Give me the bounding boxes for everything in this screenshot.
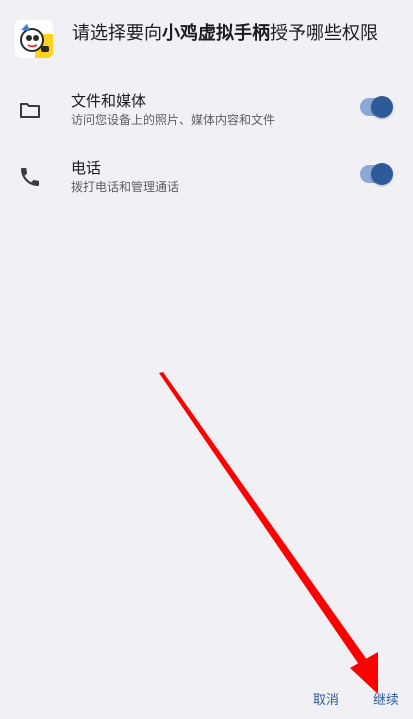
app-name: 小鸡虚拟手柄	[162, 23, 270, 44]
dialog-header: 请选择要向小鸡虚拟手柄授予哪些权限	[0, 0, 413, 70]
permission-item-files-media[interactable]: 文件和媒体 访问您设备上的照片、媒体内容和文件	[0, 88, 413, 140]
files-media-toggle[interactable]	[360, 96, 393, 118]
title-suffix: 授予哪些权限	[270, 23, 378, 44]
arrow-head	[350, 652, 378, 694]
continue-button[interactable]: 继续	[373, 689, 399, 708]
app-logo-icon	[15, 20, 53, 58]
dialog-title: 请选择要向小鸡虚拟手柄授予哪些权限	[72, 22, 378, 46]
permission-description: 拨打电话和管理通话	[71, 180, 180, 194]
cancel-button[interactable]: 取消	[313, 689, 339, 708]
toggle-knob	[371, 96, 393, 118]
phone-icon	[18, 165, 42, 189]
toggle-knob	[371, 163, 393, 185]
permission-description: 访问您设备上的照片、媒体内容和文件	[71, 113, 276, 127]
permission-label: 文件和媒体	[71, 92, 147, 110]
phone-toggle[interactable]	[360, 163, 393, 185]
title-prefix: 请选择要向	[72, 23, 162, 44]
permission-label: 电话	[71, 159, 102, 177]
arrow-shaft	[159, 372, 370, 669]
folder-icon	[18, 98, 42, 122]
permission-item-phone[interactable]: 电话 拨打电话和管理通话	[0, 155, 413, 207]
